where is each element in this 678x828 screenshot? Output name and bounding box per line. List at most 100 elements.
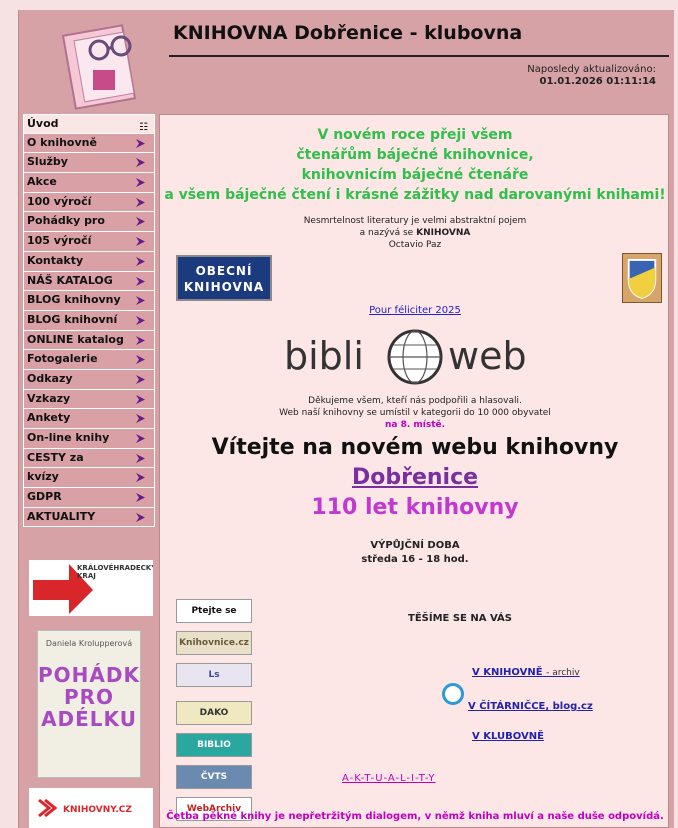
book-title: POHÁDKY PRO ADÉLKU [38, 663, 140, 731]
sidebar-item[interactable]: kvízy [23, 468, 155, 489]
kralovehradecky-kraj-banner[interactable]: KRÁLOVÉHRADECKÝ KRAJ [29, 560, 157, 616]
opening-hours: VÝPŮJČNÍ DOBA středa 16 - 18 hod. [361, 540, 469, 565]
last-updated-value: 01.01.2026 01:11:14 [539, 76, 657, 87]
arrow-icon [136, 276, 145, 286]
sidebar-item-label: BLOG knihovny [27, 293, 121, 307]
main-content: V novém roce přeji všem čtenářům báječné… [159, 114, 669, 828]
sidebar-item[interactable]: 100 výročí [23, 192, 155, 213]
last-updated: Naposledy aktualizováno: 01.01.2026 01:1… [527, 64, 656, 88]
sidebar-item[interactable]: Vzkazy [23, 389, 155, 410]
sidebar-item[interactable]: Akce [23, 173, 155, 193]
sidebar-item[interactable]: BLOG knihovny [23, 291, 155, 311]
sidebar-item-label: AKTUALITY [27, 509, 96, 523]
book-cover-banner[interactable]: Daniela Krolupperová POHÁDKY PRO ADÉLKU [37, 630, 141, 778]
sidebar-item-label: CESTY za [27, 450, 84, 464]
sidebar-item-label: On-line knihy [27, 431, 110, 444]
arrow-icon [136, 473, 145, 483]
obecni-knihovna-banner[interactable]: OBECNÍ KNIHOVNA [176, 255, 272, 301]
book-author: Daniela Krolupperová [45, 639, 133, 648]
library-archive-link[interactable]: V KNIHOVNĚ - archiv [472, 667, 580, 678]
arrow-icon [136, 394, 145, 404]
partner-badge[interactable]: DAKO [176, 701, 252, 725]
sidebar-item-label: GDPR [27, 490, 62, 504]
partner-badge[interactable]: Ptejte se knihovny [176, 599, 252, 623]
sidebar-item[interactable]: Pohádky pro [23, 212, 155, 233]
kraj-name: KRÁLOVÉHRADECKÝ [77, 563, 153, 572]
blog-circle-icon [442, 683, 464, 705]
arrow-icon [136, 335, 145, 345]
arrow-icon [136, 453, 145, 463]
sidebar-item[interactable]: Fotogalerie [23, 350, 155, 370]
sidebar-item[interactable]: BLOG knihovní [23, 310, 155, 331]
aktuality-link[interactable]: A-K-T-U-A-L-I-T-Y [342, 773, 436, 784]
arrow-icon [136, 355, 145, 365]
sidebar-item[interactable]: Odkazy [23, 369, 155, 390]
sidebar-item[interactable]: Ankety [23, 409, 155, 429]
arrow-icon [136, 138, 145, 148]
svg-text:KRAJ: KRAJ [77, 572, 96, 580]
sidebar-item-label: Ankety [27, 411, 71, 425]
sidebar-item[interactable]: GDPR [23, 488, 155, 508]
sidebar-item[interactable]: NÁŠ KATALOG [23, 271, 155, 292]
sidebar-item-label: 100 výročí [27, 194, 92, 208]
arrow-icon [136, 237, 145, 247]
sidebar-item[interactable]: 105 výročí [23, 232, 155, 252]
sidebar-item[interactable]: ONLINE katalog [23, 330, 155, 351]
partner-badge[interactable]: Ls [176, 663, 252, 687]
town-link[interactable]: Dobřenice [160, 465, 670, 490]
sidebar-item-label: Akce [27, 175, 57, 189]
new-year-greeting: V novém roce přeji všem čtenářům báječné… [164, 127, 666, 203]
arrow-icon [136, 158, 145, 168]
sidebar-item[interactable]: Služby [23, 153, 155, 174]
sidebar-item-label: Úvod [27, 117, 59, 130]
partner-badge[interactable]: Knihovnicе.cz [176, 631, 252, 655]
see-you-text: TĚŠÍME SE NA VÁS [408, 613, 512, 624]
welcome-heading: Vítejte na novém webu knihovny [211, 435, 619, 460]
sidebar-item-label: Fotogalerie [27, 352, 98, 366]
sidebar-item[interactable]: O knihovně [23, 133, 155, 154]
biblioweb-right: web [448, 334, 527, 378]
sidebar-item[interactable]: Kontakty [23, 251, 155, 272]
sidebar-item[interactable]: Úvod ☷ [23, 114, 155, 134]
sidebar-item[interactable]: CESTY za [23, 448, 155, 469]
arrow-icon [136, 197, 145, 207]
arrow-icon [136, 296, 145, 306]
arrow-icon [136, 512, 145, 522]
arrow-icon [136, 414, 145, 424]
arrow-icon [136, 374, 145, 384]
partner-badge[interactable]: BIBLIO HELP.cz [176, 733, 252, 757]
reading-room-blog-link[interactable]: V ČÍTÁRNIČCE, blog.cz [468, 701, 593, 712]
sidebar-item[interactable]: On-line knihy [23, 429, 155, 449]
partner-badge[interactable]: ČVTS [176, 765, 252, 789]
sidebar-item-label: Kontakty [27, 253, 84, 267]
sidebar-item[interactable]: AKTUALITY [23, 507, 155, 528]
arrow-icon [136, 493, 145, 503]
sidebar-item-label: Služby [27, 155, 68, 169]
library-logo-icon [61, 24, 137, 110]
town-crest-icon [622, 253, 662, 303]
clubroom-link[interactable]: V KLUBOVNĚ [472, 731, 544, 742]
sidebar-item-label: NÁŠ KATALOG [27, 273, 113, 287]
sidebar-item-label: Vzkazy [27, 391, 71, 405]
header-divider [169, 55, 669, 57]
partner-badges: Ptejte se knihovny Knihovnicе.cz Ls DAKO BIB… [176, 599, 252, 828]
sidebar-nav: Úvod ☷ O knihovně Služby Akce 100 výročí Pohád… [23, 114, 155, 528]
sidebar-item-label: BLOG knihovní [27, 312, 118, 326]
arrow-icon [136, 256, 145, 266]
pour-feliciter-link[interactable]: Pour féliciter 2025 [160, 305, 670, 316]
knihovny-label: KNIHOVNY.CZ [63, 805, 132, 815]
knihovny-logo-icon: KNIHOVNY.CZ [38, 798, 132, 818]
sidebar-item-label: Odkazy [27, 371, 73, 385]
arrow-icon [136, 217, 145, 227]
arrow-icon [136, 315, 145, 325]
sidebar-item-label: ONLINE katalog [27, 332, 124, 346]
sidebar-item-label: kvízy [27, 470, 59, 484]
biblioweb-logo[interactable]: bibli web [280, 325, 550, 389]
biblioweb-left: bibli [284, 334, 364, 378]
knihovny-cz-banner[interactable]: KNIHOVNY.CZ [29, 788, 153, 828]
paz-quote: Nesmrtelnost literatury je velmi abstrak… [303, 216, 527, 250]
reading-quote: Četba pěkné knihy je nepřetržitým dialog… [166, 811, 664, 822]
arrow-icon [136, 178, 145, 188]
arrow-icon [136, 434, 145, 443]
sidebar-item-label: Pohádky pro [27, 214, 105, 228]
